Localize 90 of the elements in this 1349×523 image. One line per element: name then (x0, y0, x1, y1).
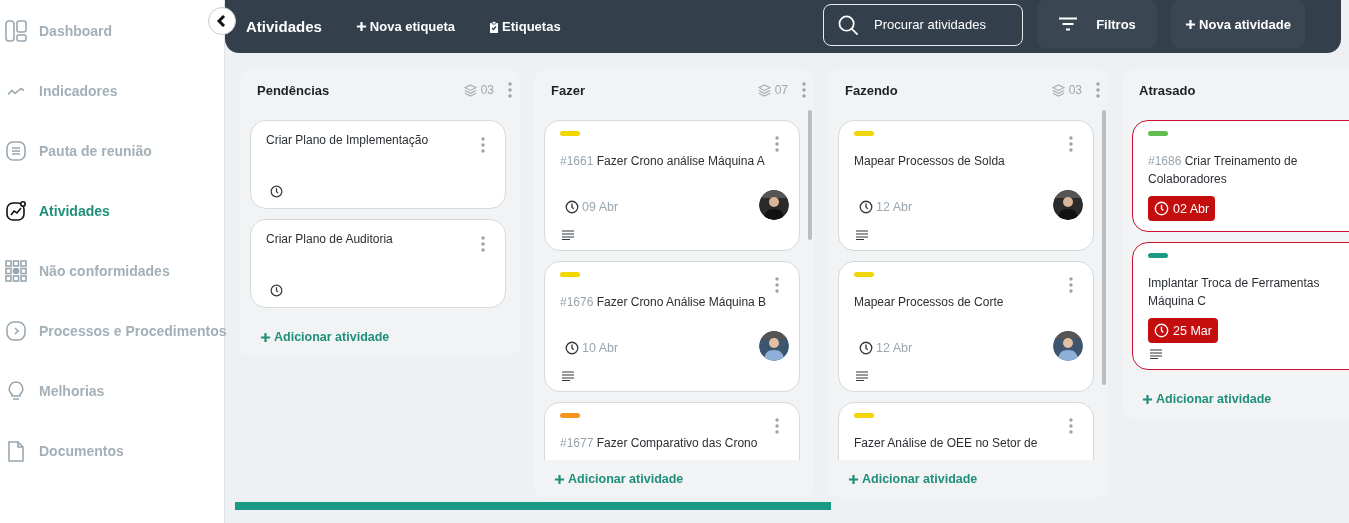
search-icon (838, 14, 859, 36)
card-title: Criar Plano de Implementação (266, 132, 429, 149)
layers-icon (1051, 83, 1065, 97)
card-count: 03 (463, 83, 494, 97)
due-date: 12 Abr (854, 200, 913, 214)
notes-icon (856, 230, 868, 240)
document-icon (5, 440, 27, 462)
plus-icon (1185, 18, 1197, 30)
card-title: Implantar Troca de Ferramentas Máquina C (1148, 275, 1321, 310)
dashboard-icon (5, 20, 27, 42)
card-title: #1686 Criar Treinamento de Colaboradores (1148, 153, 1299, 188)
clock-icon (859, 200, 873, 214)
column-title: Atrasado (1139, 82, 1197, 98)
task-card[interactable]: #1677 Fazer Comparativo das Crono (544, 402, 800, 460)
more-icon[interactable] (508, 82, 512, 98)
notes-icon (1150, 349, 1162, 359)
plus-icon (1142, 393, 1153, 405)
task-card[interactable]: Mapear Processos de Solda 12 Abr (838, 120, 1094, 251)
card-count: 07 (757, 83, 788, 97)
clipboard-icon (489, 20, 500, 33)
card-title: #1677 Fazer Comparativo das Crono (560, 435, 758, 452)
new-activity-button[interactable]: Nova atividade (1171, 0, 1305, 48)
clock-icon (565, 200, 579, 214)
sidebar-item[interactable]: Atividades (0, 199, 110, 223)
clock-icon (1154, 323, 1169, 338)
task-card[interactable]: #1661 Fazer Crono análise Máquina A 09 Abr (544, 120, 800, 251)
plus-icon (355, 21, 367, 32)
task-card[interactable]: Criar Plano de Implementação (250, 120, 506, 209)
layers-icon (463, 83, 477, 97)
task-card[interactable]: #1686 Criar Treinamento de Colaboradores 02 Abr (1132, 120, 1349, 232)
chevron-right-icon (5, 320, 27, 342)
more-icon[interactable] (1069, 418, 1073, 434)
new-tag-button[interactable]: Nova etiqueta (355, 19, 456, 34)
task-card[interactable]: Implantar Troca de Ferramentas Máquina C 25 Mar (1132, 242, 1349, 370)
plus-icon (554, 473, 565, 485)
chart-icon (5, 200, 27, 222)
more-icon[interactable] (802, 82, 806, 98)
more-icon[interactable] (481, 137, 485, 153)
plus-icon (260, 331, 271, 343)
add-activity-button[interactable]: Adicionar atividade (1122, 380, 1278, 418)
more-icon[interactable] (481, 236, 485, 252)
search-field[interactable]: Procurar atividades (823, 3, 1023, 46)
due-date: 09 Abr (560, 200, 619, 214)
page-title: Atividades (246, 18, 322, 35)
filter-icon (1058, 17, 1079, 31)
card-title: #1661 Fazer Crono análise Máquina A (560, 153, 765, 170)
chevron-left-icon (217, 15, 227, 27)
list-icon (5, 140, 27, 162)
clock-icon (565, 341, 579, 355)
card-title: Criar Plano de Auditoria (266, 231, 393, 248)
notes-icon (562, 230, 574, 240)
due-date: 12 Abr (854, 341, 913, 355)
trend-line-icon (7, 86, 25, 96)
card-title: Mapear Processos de Solda (854, 153, 1005, 170)
more-icon[interactable] (775, 418, 779, 434)
due-date: 02 Abr (1148, 196, 1216, 221)
more-icon[interactable] (1069, 277, 1073, 293)
scrollbar[interactable] (1102, 110, 1106, 385)
due-date: 10 Abr (560, 341, 619, 355)
more-icon[interactable] (1096, 82, 1100, 98)
card-title: Mapear Processos de Corte (854, 294, 1004, 311)
card-title: Fazer Análise de OEE no Setor de (854, 435, 1038, 452)
tags-button[interactable]: Etiquetas (489, 19, 561, 34)
column-title: Pendências (257, 82, 331, 98)
plus-icon (848, 473, 859, 485)
scrollbar[interactable] (808, 110, 812, 240)
filters-button[interactable]: Filtros (1037, 0, 1157, 48)
column-title: Fazer (551, 82, 586, 98)
column-title: Fazendo (845, 82, 899, 98)
add-activity-button[interactable]: Adicionar atividade (534, 460, 690, 498)
task-card[interactable]: #1676 Fazer Crono Análise Máquina B 10 Abr (544, 261, 800, 392)
scrollbar[interactable] (235, 502, 831, 510)
grid-icon (5, 260, 27, 282)
card-count: 03 (1051, 83, 1082, 97)
add-activity-button[interactable]: Adicionar atividade (828, 460, 984, 498)
layers-icon (757, 83, 771, 97)
collapse-button[interactable] (208, 7, 236, 35)
notes-icon (562, 371, 574, 381)
more-icon[interactable] (775, 136, 779, 152)
notes-icon (856, 371, 868, 381)
card-title: #1676 Fazer Crono Análise Máquina B (560, 294, 767, 311)
task-card[interactable]: Mapear Processos de Corte 12 Abr (838, 261, 1094, 392)
add-activity-button[interactable]: Adicionar atividade (240, 318, 396, 356)
due-date: 25 Mar (1148, 318, 1218, 343)
task-card[interactable]: Criar Plano de Auditoria (250, 219, 506, 308)
clock-icon (859, 341, 873, 355)
task-card[interactable]: Fazer Análise de OEE no Setor de (838, 402, 1094, 460)
more-icon[interactable] (1069, 136, 1073, 152)
more-icon[interactable] (775, 277, 779, 293)
clock-icon (1154, 201, 1169, 216)
